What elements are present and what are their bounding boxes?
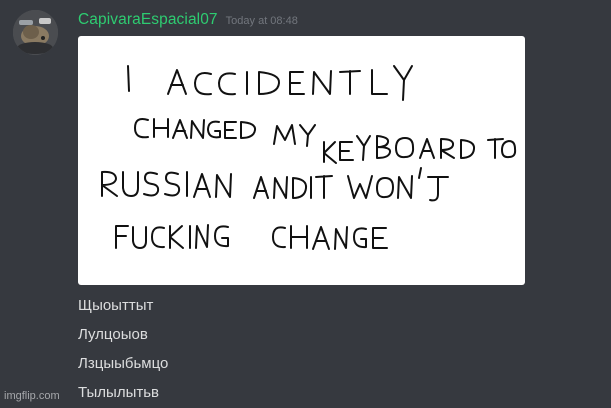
message-line: Лзцыыбьмцо (78, 355, 169, 372)
discord-message: CapivaraEspacial07 Today at 08:48 Щыоытт… (0, 0, 611, 408)
timestamp: Today at 08:48 (225, 15, 298, 27)
avatar-image (13, 10, 58, 55)
message-line: Тылылытьв (78, 384, 160, 401)
message-lines: Щыоыттыт Лулцоыов Лзцыыбьмцо Тылылытьв (78, 293, 598, 408)
message-line: Щыоыттыт (78, 297, 154, 314)
username[interactable]: CapivaraEspacial07 (78, 11, 218, 29)
image-attachment[interactable] (78, 36, 525, 285)
user-avatar[interactable] (13, 10, 58, 55)
message-line: Лулцоыов (78, 326, 148, 343)
message-header: CapivaraEspacial07 Today at 08:48 (78, 11, 298, 31)
handwritten-note-image (101, 65, 517, 250)
watermark: imgflip.com (4, 390, 60, 402)
